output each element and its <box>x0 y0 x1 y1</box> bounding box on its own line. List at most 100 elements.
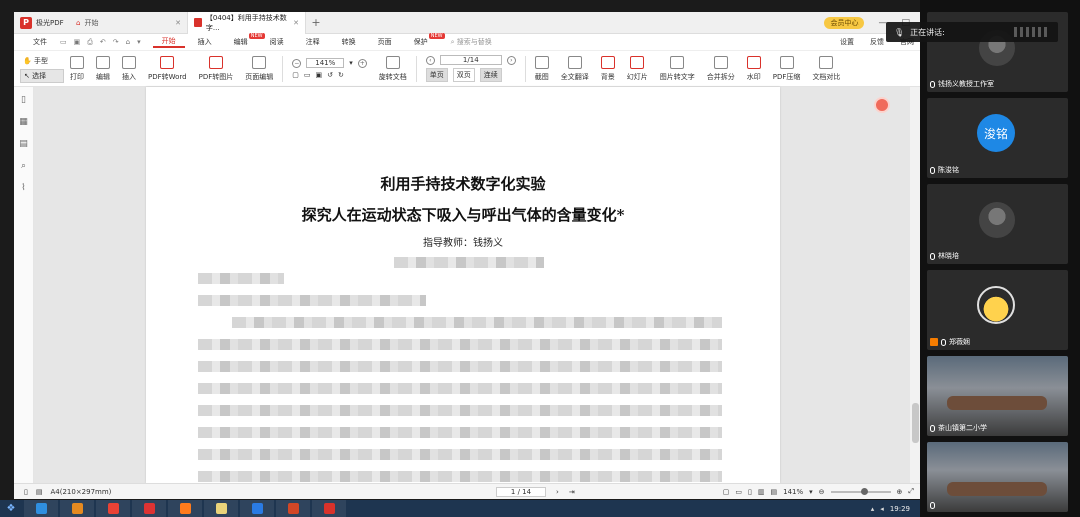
taskbar-media[interactable] <box>60 500 94 517</box>
fullscreen-icon[interactable]: ⤢ <box>908 487 914 496</box>
network-icon[interactable]: ▴ <box>871 505 875 513</box>
view-double-button[interactable]: 双页 <box>452 68 475 82</box>
ocr-button[interactable]: 图片转文字 <box>654 55 701 82</box>
vip-center-button[interactable]: 会员中心 <box>824 16 865 29</box>
taskbar-app-red[interactable] <box>132 500 166 517</box>
rotate-document-button[interactable]: 旋转文档 <box>373 55 413 82</box>
fit-page-icon[interactable]: ▢ <box>292 71 299 79</box>
chevron-down-icon[interactable]: ▾ <box>137 38 141 47</box>
menu-page[interactable]: 页面 <box>369 37 401 47</box>
close-tab-icon[interactable]: ✕ <box>293 19 299 27</box>
windows-start-icon[interactable]: ❖ <box>0 500 22 517</box>
feedback-link[interactable]: 反馈 <box>870 37 884 47</box>
comment-icon[interactable]: ▤ <box>19 139 28 149</box>
close-tab-icon[interactable]: ✕ <box>175 19 181 27</box>
taskbar-notes[interactable] <box>204 500 238 517</box>
view-continuous-button[interactable]: 连续 <box>479 68 502 82</box>
participant-tile[interactable] <box>927 442 1068 512</box>
status-zoom-value[interactable]: 141% <box>783 488 803 496</box>
fit-width-icon[interactable]: ▭ <box>735 488 742 496</box>
fit-width-icon[interactable]: ▭ <box>304 71 311 79</box>
settings-link[interactable]: 设置 <box>840 37 854 47</box>
pdf-to-image-button[interactable]: PDF转图片 <box>193 55 240 82</box>
participant-tile[interactable]: 林晓培 <box>927 184 1068 264</box>
document-area[interactable]: 利用手持技术数字化实验 探究人在运动状态下吸入与呼出气体的含量变化* 指导教师：… <box>34 87 920 483</box>
insert-button[interactable]: 插入 <box>116 55 142 82</box>
print-icon[interactable]: ⎙ <box>87 38 93 47</box>
bookmark-icon[interactable]: ▯ <box>21 95 26 105</box>
redo-icon[interactable]: ↷ <box>113 38 119 47</box>
print-button[interactable]: 打印 <box>64 55 90 82</box>
menu-insert[interactable]: 插入 <box>189 37 221 47</box>
tab-document[interactable]: 【0404】利用手持技术数字... ✕ <box>188 12 306 34</box>
continuous-icon[interactable]: ▤ <box>770 488 777 496</box>
zoom-in-icon[interactable]: + <box>357 58 367 68</box>
compress-button[interactable]: PDF压缩 <box>767 55 807 82</box>
background-button[interactable]: 背景 <box>595 55 621 82</box>
taskbar-chrome[interactable] <box>96 500 130 517</box>
actual-size-icon[interactable]: ▣ <box>316 71 323 79</box>
menu-annotate[interactable]: 注释 <box>297 37 329 47</box>
vertical-scrollbar[interactable] <box>910 87 920 483</box>
tab-start[interactable]: ⌂ 开始 ✕ <box>70 12 188 34</box>
translate-button[interactable]: 全文翻译 <box>555 55 595 82</box>
menu-edit[interactable]: 编辑 NEW <box>225 33 265 47</box>
single-page-icon[interactable]: ▯ <box>748 488 752 496</box>
page-icon[interactable]: ▯ <box>24 488 28 496</box>
zoom-select[interactable]: 141% <box>306 58 345 68</box>
next-page-icon[interactable]: › <box>506 55 516 65</box>
taskbar-pdf[interactable] <box>312 500 346 517</box>
menu-convert[interactable]: 转换 <box>333 37 365 47</box>
pdf-to-word-button[interactable]: PDF转Word <box>142 55 193 82</box>
fit-page-icon[interactable]: ▢ <box>723 488 730 496</box>
home-icon[interactable]: ⌂ <box>126 38 130 47</box>
clock[interactable]: 19:29 <box>890 505 910 513</box>
participant-tile[interactable]: 郑薇娴 <box>927 270 1068 350</box>
slideshow-button[interactable]: 幻灯片 <box>621 55 654 82</box>
select-tool-button[interactable]: ↖ 选择 <box>20 68 64 83</box>
status-page-input[interactable]: 1 / 14 <box>496 486 546 497</box>
screenshot-button[interactable]: 截图 <box>529 55 555 82</box>
attachment-icon[interactable]: ⌇ <box>21 183 25 193</box>
page-list-icon[interactable]: ▤ <box>36 488 43 496</box>
zoom-out-icon[interactable]: − <box>292 58 302 68</box>
menu-start[interactable]: 开始 <box>152 36 185 48</box>
zoom-in-icon[interactable]: ⊕ <box>897 488 903 496</box>
menu-read[interactable]: 阅读 <box>261 37 293 47</box>
rotate-right-icon[interactable]: ↻ <box>338 71 344 79</box>
hand-tool-button[interactable]: ✋ 手型 <box>20 55 64 67</box>
taskbar-ie[interactable] <box>24 500 58 517</box>
volume-icon[interactable]: ◂ <box>880 505 884 513</box>
taskbar-meeting[interactable] <box>240 500 274 517</box>
double-page-icon[interactable]: ▥ <box>758 488 765 496</box>
view-single-button[interactable]: 单页 <box>425 68 448 82</box>
edit-button[interactable]: 编辑 <box>90 55 116 82</box>
page-edit-button[interactable]: 页面编辑 <box>239 55 279 82</box>
save-icon[interactable]: ▣ <box>74 38 81 47</box>
chevron-down-icon[interactable]: ▾ <box>809 488 813 496</box>
search-icon[interactable]: ⌕ <box>21 161 26 171</box>
merge-split-button[interactable]: 合并拆分 <box>701 55 741 82</box>
compare-button[interactable]: 文档对比 <box>806 55 846 82</box>
watermark-button[interactable]: 水印 <box>741 55 767 82</box>
page-number-input[interactable]: 1/14 <box>439 55 502 65</box>
rotate-left-icon[interactable]: ↺ <box>327 71 333 79</box>
zoom-slider[interactable] <box>830 487 891 495</box>
menu-protect[interactable]: 保护 NEW <box>405 33 445 47</box>
zoom-out-icon[interactable]: ⊖ <box>819 488 825 496</box>
participant-tile[interactable]: 浚铭 陈浚铭 <box>927 98 1068 178</box>
taskbar-powerpoint[interactable] <box>276 500 310 517</box>
floating-tool-button[interactable] <box>874 97 890 113</box>
chevron-down-icon[interactable]: ▾ <box>349 59 353 67</box>
new-tab-button[interactable]: + <box>306 16 326 29</box>
folder-icon[interactable]: ▭ <box>60 38 67 47</box>
taskbar-firefox[interactable] <box>168 500 202 517</box>
thumbnails-icon[interactable]: ▦ <box>19 117 28 127</box>
prev-page-icon[interactable]: ‹ <box>425 55 435 65</box>
participant-tile[interactable]: 茶山镇第二小学 <box>927 356 1068 436</box>
next-page-icon[interactable]: › <box>556 488 559 496</box>
last-page-icon[interactable]: ⇥ <box>569 488 575 496</box>
undo-icon[interactable]: ↶ <box>100 38 106 47</box>
menu-file[interactable]: 文件 <box>24 37 56 47</box>
search-replace-input[interactable]: ⌕ 搜索与替换 <box>451 37 492 47</box>
